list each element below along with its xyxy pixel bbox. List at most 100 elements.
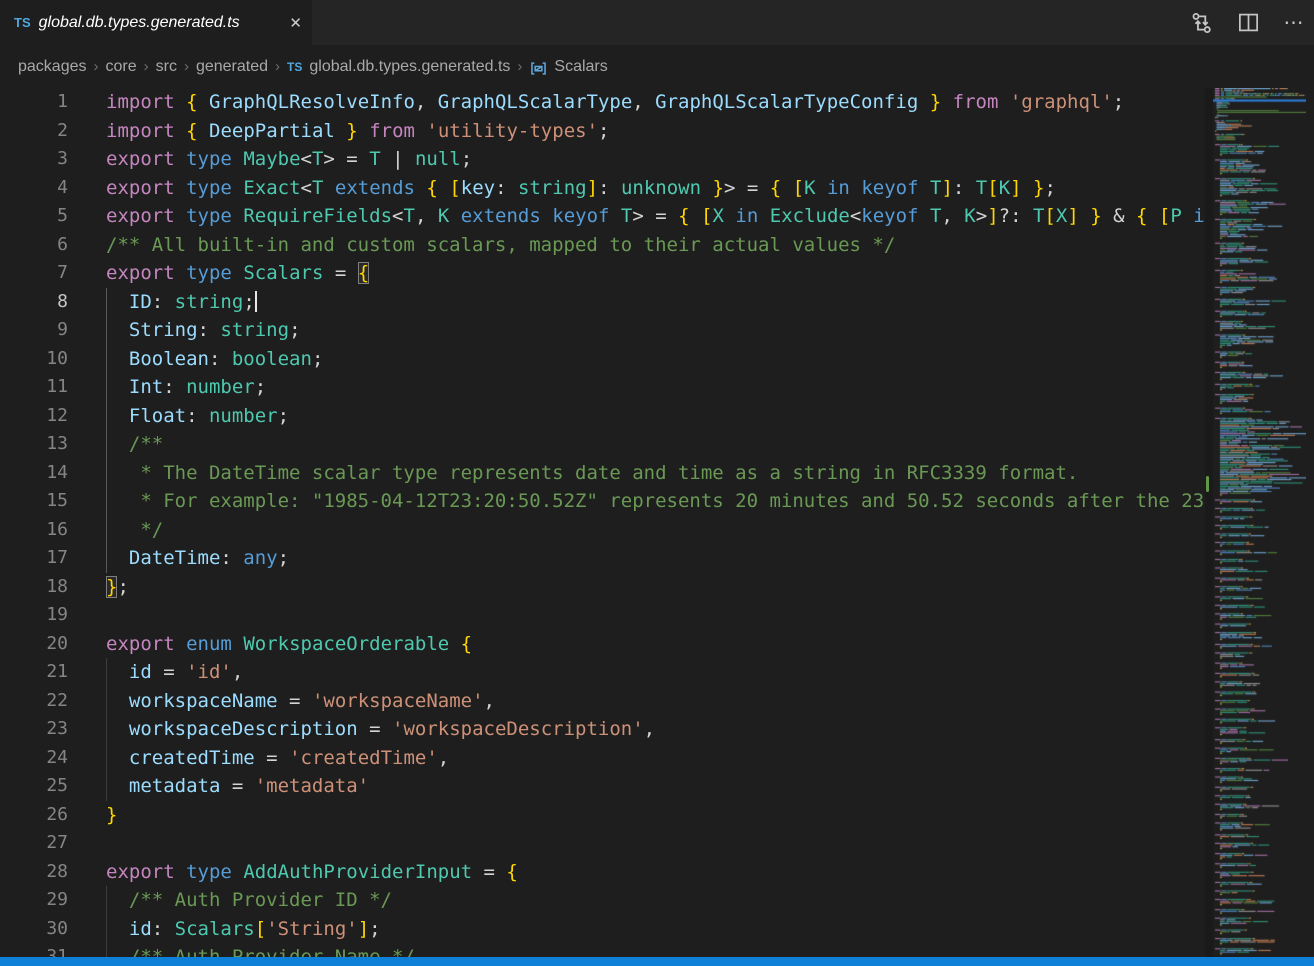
line-number: 16 <box>0 516 68 545</box>
status-bar[interactable] <box>0 957 1314 966</box>
line-number: 2 <box>0 117 68 146</box>
code-text: workspaceDescription = 'workspaceDescrip… <box>106 715 655 744</box>
code-text: export enum WorkspaceOrderable { <box>106 630 472 659</box>
typescript-file-icon: TS <box>14 15 31 30</box>
code-text: id: Scalars['String']; <box>106 915 381 944</box>
code-line[interactable]: 19 <box>0 601 1210 630</box>
line-number: 9 <box>0 316 68 345</box>
open-changes-icon[interactable] <box>1190 11 1214 35</box>
line-number: 30 <box>0 915 68 944</box>
code-line[interactable]: 25 metadata = 'metadata' <box>0 772 1210 801</box>
breadcrumb-folder-packages[interactable]: packages <box>18 58 87 76</box>
code-line[interactable]: 24 createdTime = 'createdTime', <box>0 744 1210 773</box>
code-text: export type Scalars = { <box>106 259 369 288</box>
line-number: 22 <box>0 687 68 716</box>
code-line[interactable]: 16 */ <box>0 516 1210 545</box>
code-text: id = 'id', <box>106 658 243 687</box>
editor-actions: ⋯ <box>1190 0 1306 45</box>
code-line[interactable]: 4export type Exact<T extends { [key: str… <box>0 174 1210 203</box>
code-text: /** <box>106 430 163 459</box>
code-text: metadata = 'metadata' <box>106 772 369 801</box>
code-line[interactable]: 12 Float: number; <box>0 402 1210 431</box>
code-line[interactable]: 14 * The DateTime scalar type represents… <box>0 459 1210 488</box>
code-line[interactable]: 3 export type Maybe<T> = T | null; <box>0 145 1210 174</box>
code-text: export type AddAuthProviderInput = { <box>106 858 518 887</box>
code-line[interactable]: 17 DateTime: any; <box>0 544 1210 573</box>
code-text: Float: number; <box>106 402 289 431</box>
code-line[interactable]: 7 export type Scalars = { <box>0 259 1210 288</box>
split-editor-icon[interactable] <box>1236 11 1260 35</box>
code-text: export type Maybe<T> = T | null; <box>106 145 472 174</box>
code-line[interactable]: 5 export type RequireFields<T, K extends … <box>0 202 1210 231</box>
text-cursor <box>255 291 257 312</box>
line-number: 27 <box>0 829 68 858</box>
code-line[interactable]: 2 import { DeepPartial } from 'utility-ty… <box>0 117 1210 146</box>
code-line[interactable]: 10 Boolean: boolean; <box>0 345 1210 374</box>
close-tab-icon[interactable]: ✕ <box>289 14 302 32</box>
breadcrumb-file[interactable]: global.db.types.generated.ts <box>309 58 510 76</box>
code-text: export type RequireFields<T, K extends k… <box>106 202 1210 231</box>
code-line[interactable]: 30 id: Scalars['String']; <box>0 915 1210 944</box>
code-line[interactable]: 28export type AddAuthProviderInput = { <box>0 858 1210 887</box>
line-number: 17 <box>0 544 68 573</box>
line-number: 1 <box>0 88 68 117</box>
breadcrumb-folder-src[interactable]: src <box>156 58 177 76</box>
line-number: 10 <box>0 345 68 374</box>
line-number: 6 <box>0 231 68 260</box>
breadcrumb-folder-core[interactable]: core <box>106 58 137 76</box>
code-text: }; <box>106 573 129 602</box>
line-number: 19 <box>0 601 68 630</box>
code-line[interactable]: 18}; <box>0 573 1210 602</box>
code-line[interactable]: 9 String: string; <box>0 316 1210 345</box>
minimap-change-marker <box>1206 476 1209 492</box>
code-line[interactable]: 6 /** All built-in and custom scalars, ma… <box>0 231 1210 260</box>
code-text: */ <box>106 516 163 545</box>
line-number: 5 <box>0 202 68 231</box>
chevron-right-icon: › <box>275 58 280 75</box>
breadcrumb-symbol-scalars[interactable]: Scalars <box>554 58 607 76</box>
line-number: 25 <box>0 772 68 801</box>
code-line[interactable]: 11 Int: number; <box>0 373 1210 402</box>
code-line[interactable]: 31 /** Auth Provider Name */ <box>0 943 1210 958</box>
code-line[interactable]: 20export enum WorkspaceOrderable { <box>0 630 1210 659</box>
line-number: 31 <box>0 943 68 958</box>
line-number: 14 <box>0 459 68 488</box>
code-text: } <box>106 801 117 830</box>
code-text: import { DeepPartial } from 'utility-typ… <box>106 117 609 146</box>
tab-title: global.db.types.generated.ts <box>39 14 282 32</box>
line-number: 7 <box>0 259 68 288</box>
code-line[interactable]: 13 /** <box>0 430 1210 459</box>
code-lines: 1import { GraphQLResolveInfo, GraphQLSca… <box>0 88 1210 958</box>
line-number: 18 <box>0 573 68 602</box>
code-line[interactable]: 22 workspaceName = 'workspaceName', <box>0 687 1210 716</box>
code-line[interactable]: 8 ID: string; <box>0 288 1210 317</box>
code-text: * For example: "1985-04-12T23:20:50.52Z"… <box>106 487 1210 516</box>
code-line[interactable]: 29 /** Auth Provider ID */ <box>0 886 1210 915</box>
editor-tab[interactable]: TS global.db.types.generated.ts ✕ <box>0 0 312 45</box>
code-line[interactable]: 26} <box>0 801 1210 830</box>
line-number: 15 <box>0 487 68 516</box>
line-number: 29 <box>0 886 68 915</box>
code-text: createdTime = 'createdTime', <box>106 744 449 773</box>
minimap-gutter <box>1205 88 1213 958</box>
minimap[interactable] <box>1213 88 1306 957</box>
chevron-right-icon: › <box>517 58 522 75</box>
line-number: 8 <box>0 288 68 317</box>
tab-bar: TS global.db.types.generated.ts ✕ <box>0 0 1314 45</box>
line-number: 26 <box>0 801 68 830</box>
line-number: 3 <box>0 145 68 174</box>
code-line[interactable]: 27 <box>0 829 1210 858</box>
more-actions-icon[interactable]: ⋯ <box>1282 11 1306 35</box>
code-line[interactable]: 15 * For example: "1985-04-12T23:20:50.5… <box>0 487 1210 516</box>
code-editor[interactable]: 1import { GraphQLResolveInfo, GraphQLSca… <box>0 88 1210 958</box>
code-text: Boolean: boolean; <box>106 345 323 374</box>
breadcrumb-folder-generated[interactable]: generated <box>196 58 268 76</box>
code-text: Int: number; <box>106 373 266 402</box>
line-number: 13 <box>0 430 68 459</box>
code-text: /** All built-in and custom scalars, map… <box>106 231 895 260</box>
code-line[interactable]: 1import { GraphQLResolveInfo, GraphQLSca… <box>0 88 1210 117</box>
chevron-right-icon: › <box>94 58 99 75</box>
line-number: 12 <box>0 402 68 431</box>
code-line[interactable]: 23 workspaceDescription = 'workspaceDesc… <box>0 715 1210 744</box>
code-line[interactable]: 21 id = 'id', <box>0 658 1210 687</box>
